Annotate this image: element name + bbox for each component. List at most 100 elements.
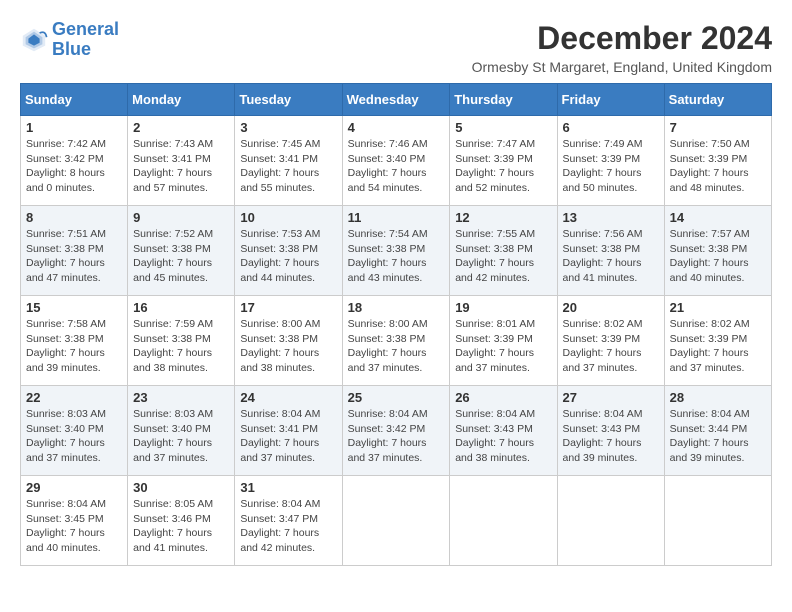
daylight: Daylight: 7 hours and 52 minutes. <box>455 167 534 194</box>
table-row: 19Sunrise: 8:01 AMSunset: 3:39 PMDayligh… <box>450 296 557 386</box>
table-row: 29Sunrise: 8:04 AMSunset: 3:45 PMDayligh… <box>21 476 128 566</box>
table-row: 31Sunrise: 8:04 AMSunset: 3:47 PMDayligh… <box>235 476 342 566</box>
sunset: Sunset: 3:38 PM <box>240 333 318 345</box>
table-row: 20Sunrise: 8:02 AMSunset: 3:39 PMDayligh… <box>557 296 664 386</box>
sunrise: Sunrise: 8:03 AM <box>133 408 213 420</box>
sunset: Sunset: 3:45 PM <box>26 513 104 525</box>
sunset: Sunset: 3:38 PM <box>26 333 104 345</box>
day-number: 3 <box>240 120 336 135</box>
day-info: Sunrise: 8:04 AMSunset: 3:41 PMDaylight:… <box>240 407 336 466</box>
day-info: Sunrise: 7:59 AM Sunset: 3:38 PM Daylight:… <box>133 317 229 376</box>
sunrise: Sunrise: 7:53 AM <box>240 228 320 240</box>
sunset: Sunset: 3:47 PM <box>240 513 318 525</box>
day-number: 23 <box>133 390 229 405</box>
sunset: Sunset: 3:38 PM <box>26 243 104 255</box>
daylight: Daylight: 7 hours and 38 minutes. <box>133 347 212 374</box>
calendar-week-row: 15Sunrise: 7:58 AMSunset: 3:38 PMDayligh… <box>21 296 772 386</box>
day-info: Sunrise: 8:04 AMSunset: 3:45 PMDaylight:… <box>26 497 122 556</box>
table-row: 23Sunrise: 8:03 AMSunset: 3:40 PMDayligh… <box>128 386 235 476</box>
sunset: Sunset: 3:38 PM <box>348 243 426 255</box>
daylight: Daylight: 7 hours and 38 minutes. <box>240 347 319 374</box>
sunset: Sunset: 3:40 PM <box>133 423 211 435</box>
calendar-table: Sunday Monday Tuesday Wednesday Thursday… <box>20 83 772 566</box>
day-number: 5 <box>455 120 551 135</box>
header-tuesday: Tuesday <box>235 84 342 116</box>
table-row: 26Sunrise: 8:04 AMSunset: 3:43 PMDayligh… <box>450 386 557 476</box>
sunset: Sunset: 3:38 PM <box>133 333 211 345</box>
table-row: 1Sunrise: 7:42 AMSunset: 3:42 PMDaylight… <box>21 116 128 206</box>
day-info: Sunrise: 8:04 AMSunset: 3:43 PMDaylight:… <box>455 407 551 466</box>
sunrise: Sunrise: 8:00 AM <box>240 318 320 330</box>
table-row: 12Sunrise: 7:55 AMSunset: 3:38 PMDayligh… <box>450 206 557 296</box>
day-number: 27 <box>563 390 659 405</box>
table-row: 28Sunrise: 8:04 AMSunset: 3:44 PMDayligh… <box>664 386 771 476</box>
table-row: 7Sunrise: 7:50 AMSunset: 3:39 PMDaylight… <box>664 116 771 206</box>
daylight: Daylight: 7 hours and 37 minutes. <box>240 437 319 464</box>
day-info: Sunrise: 8:04 AMSunset: 3:47 PMDaylight:… <box>240 497 336 556</box>
table-row: 14Sunrise: 7:57 AMSunset: 3:38 PMDayligh… <box>664 206 771 296</box>
day-number: 10 <box>240 210 336 225</box>
calendar-week-row: 8Sunrise: 7:51 AMSunset: 3:38 PMDaylight… <box>21 206 772 296</box>
sunrise: Sunrise: 7:59 AM <box>133 318 213 330</box>
sunset: Sunset: 3:40 PM <box>348 153 426 165</box>
sunset: Sunset: 3:39 PM <box>670 333 748 345</box>
header-monday: Monday <box>128 84 235 116</box>
calendar-week-row: 22Sunrise: 8:03 AMSunset: 3:40 PMDayligh… <box>21 386 772 476</box>
title-section: December 2024 Ormesby St Margaret, Engla… <box>472 20 772 75</box>
day-info: Sunrise: 7:56 AM Sunset: 3:38 PM Daylight:… <box>563 227 659 286</box>
sunrise: Sunrise: 8:03 AM <box>26 408 106 420</box>
day-info: Sunrise: 7:53 AMSunset: 3:38 PMDaylight:… <box>240 227 336 286</box>
sunrise: Sunrise: 8:04 AM <box>670 408 750 420</box>
table-row: 27Sunrise: 8:04 AMSunset: 3:43 PMDayligh… <box>557 386 664 476</box>
location: Ormesby St Margaret, England, United Kin… <box>472 59 772 75</box>
table-row <box>664 476 771 566</box>
sunrise: Sunrise: 8:04 AM <box>26 498 106 510</box>
sunset: Sunset: 3:43 PM <box>563 423 641 435</box>
header-sunday: Sunday <box>21 84 128 116</box>
daylight: Daylight: 7 hours and 45 minutes. <box>133 257 212 284</box>
daylight: Daylight: 7 hours and 37 minutes. <box>26 437 105 464</box>
day-number: 16 <box>133 300 229 315</box>
sunset: Sunset: 3:46 PM <box>133 513 211 525</box>
day-number: 17 <box>240 300 336 315</box>
day-info: Sunrise: 7:46 AMSunset: 3:40 PMDaylight:… <box>348 137 445 196</box>
sunrise: Sunrise: 7:50 AM <box>670 138 750 150</box>
sunset: Sunset: 3:38 PM <box>348 333 426 345</box>
table-row: 24 Sunrise: 8:04 AMSunset: 3:41 PMDayligh… <box>235 386 342 476</box>
sunset: Sunset: 3:38 PM <box>240 243 318 255</box>
table-row: 21Sunrise: 8:02 AMSunset: 3:39 PMDayligh… <box>664 296 771 386</box>
day-number: 24 <box>240 390 336 405</box>
daylight: Daylight: 7 hours and 41 minutes. <box>563 257 642 284</box>
daylight: Daylight: 7 hours and 37 minutes. <box>455 347 534 374</box>
sunrise: Sunrise: 8:04 AM <box>348 408 428 420</box>
sunrise: Sunrise: 7:56 AM <box>563 228 643 240</box>
calendar-header-row: Sunday Monday Tuesday Wednesday Thursday… <box>21 84 772 116</box>
logo: General Blue <box>20 20 119 60</box>
logo-text: General Blue <box>52 20 119 60</box>
day-info: Sunrise: 8:04 AMSunset: 3:44 PMDaylight:… <box>670 407 766 466</box>
daylight: Daylight: 7 hours and 43 minutes. <box>348 257 427 284</box>
day-info: Sunrise: 8:04 AMSunset: 3:42 PMDaylight:… <box>348 407 445 466</box>
sunrise: Sunrise: 7:58 AM <box>26 318 106 330</box>
sunset: Sunset: 3:39 PM <box>563 333 641 345</box>
daylight: Daylight: 7 hours and 57 minutes. <box>133 167 212 194</box>
table-row: 2Sunrise: 7:43 AMSunset: 3:41 PMDaylight… <box>128 116 235 206</box>
daylight: Daylight: 7 hours and 54 minutes. <box>348 167 427 194</box>
day-info: Sunrise: 8:03 AMSunset: 3:40 PMDaylight:… <box>133 407 229 466</box>
table-row: 9Sunrise: 7:52 AMSunset: 3:38 PMDaylight… <box>128 206 235 296</box>
day-number: 4 <box>348 120 445 135</box>
day-info: Sunrise: 7:54 AMSunset: 3:38 PMDaylight:… <box>348 227 445 286</box>
sunset: Sunset: 3:38 PM <box>563 243 641 255</box>
header-thursday: Thursday <box>450 84 557 116</box>
daylight: Daylight: 7 hours and 37 minutes. <box>670 347 749 374</box>
day-number: 19 <box>455 300 551 315</box>
day-info: Sunrise: 7:52 AMSunset: 3:38 PMDaylight:… <box>133 227 229 286</box>
table-row: 3Sunrise: 7:45 AMSunset: 3:41 PMDaylight… <box>235 116 342 206</box>
daylight: Daylight: 7 hours and 47 minutes. <box>26 257 105 284</box>
day-info: Sunrise: 7:47 AMSunset: 3:39 PMDaylight:… <box>455 137 551 196</box>
sunrise: Sunrise: 8:02 AM <box>670 318 750 330</box>
day-number: 18 <box>348 300 445 315</box>
day-number: 30 <box>133 480 229 495</box>
sunset: Sunset: 3:44 PM <box>670 423 748 435</box>
sunrise: Sunrise: 7:47 AM <box>455 138 535 150</box>
